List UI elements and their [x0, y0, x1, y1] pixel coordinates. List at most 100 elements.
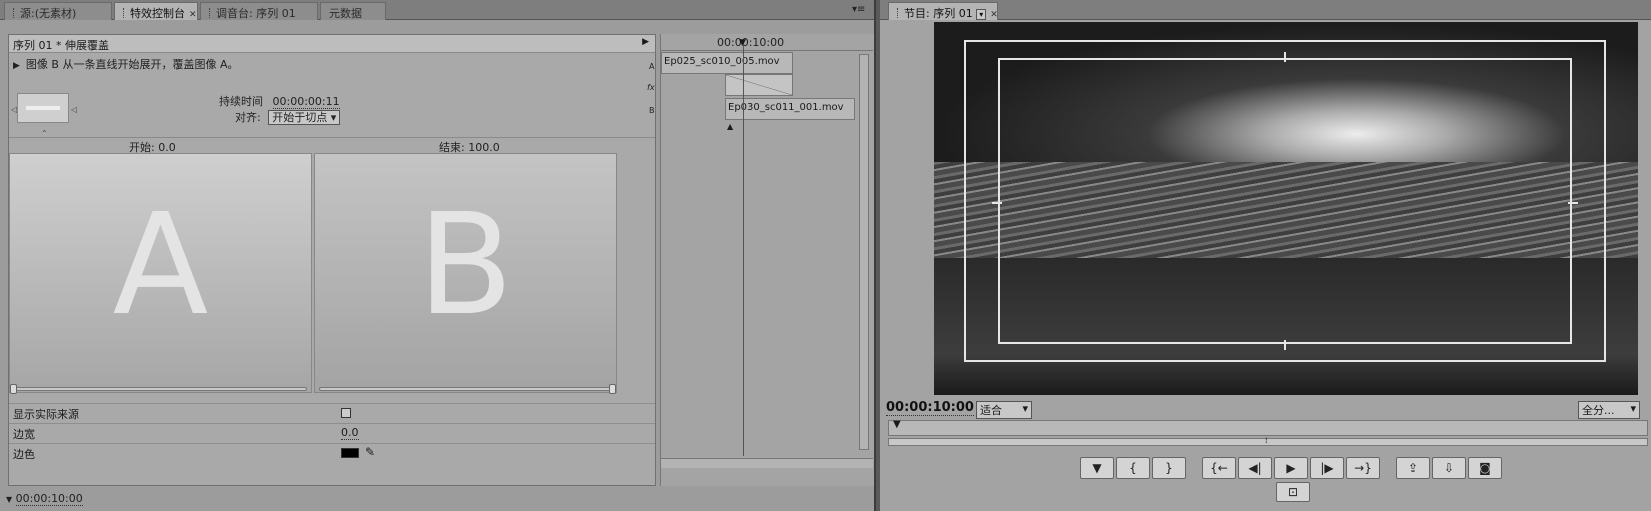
step-forward-button[interactable]: |▶	[1310, 457, 1344, 479]
camera-icon: ◙	[1479, 461, 1491, 475]
go-to-in-button[interactable]: {←	[1202, 457, 1236, 479]
duration-value[interactable]: 00:00:00:11	[272, 95, 340, 109]
direction-arrow-right-icon[interactable]: ◁	[71, 105, 77, 114]
playhead-marker-icon[interactable]: ▼	[739, 38, 746, 48]
sequence-dropdown-icon[interactable]: ▾	[976, 9, 987, 20]
footer-timecode: ▼ 00:00:10:00	[6, 492, 83, 506]
effect-header: 序列 01 * 伸展覆盖 ▶	[9, 35, 655, 53]
play-button[interactable]: ▶	[1274, 457, 1308, 479]
tab-label: 特效控制台	[130, 7, 185, 20]
mini-timeline: 00:00:10:00 A fx B Ep025_sc010_005.mov E…	[647, 34, 874, 486]
border-color-label: 边色	[13, 448, 35, 461]
eyedropper-icon[interactable]: ✎	[365, 445, 375, 459]
footer-time[interactable]: 00:00:10:00	[15, 492, 83, 506]
time-ruler[interactable]: ▼	[888, 419, 1648, 436]
safe-margins-button[interactable]: ⊡	[1276, 482, 1310, 502]
tab-effect-controls[interactable]: 特效控制台 ✕	[114, 2, 198, 20]
duration-label: 持续时间	[219, 95, 263, 108]
mark-out-icon: }	[1165, 461, 1173, 475]
safe-tick-left	[992, 202, 1002, 204]
vertical-scrollbar[interactable]	[859, 54, 869, 450]
preview-a: A	[9, 153, 312, 393]
tab-label: 源:(无素材)	[20, 7, 77, 20]
preview-letter-b: B	[417, 184, 514, 347]
extract-icon: ⇩	[1443, 461, 1455, 475]
program-video-frame	[934, 22, 1638, 395]
left-panel-group: 源:(无素材) 特效控制台 ✕ 调音台: 序列 01 元数据 ▾≡ 序列 01 *…	[0, 0, 876, 511]
export-frame-button[interactable]: ◙	[1468, 457, 1502, 479]
chevron-down-icon: ▾	[1022, 402, 1028, 415]
lift-icon: ⇪	[1407, 461, 1419, 475]
border-color-swatch[interactable]	[341, 448, 359, 458]
effect-description: 图像 B 从一条直线开始展开，覆盖图像 A。	[25, 58, 239, 71]
tab-grip[interactable]	[897, 8, 900, 18]
close-icon[interactable]: ✕	[990, 10, 998, 20]
zoom-dropdown[interactable]: 适合 ▾	[976, 401, 1032, 419]
effect-controls-panel: 序列 01 * 伸展覆盖 ▶ ▶ 图像 B 从一条直线开始展开，覆盖图像 A。 ⌄…	[8, 34, 656, 486]
zoom-scrollbar[interactable]: ⁞	[888, 436, 1648, 446]
quality-dropdown[interactable]: 全分... ▾	[1578, 401, 1640, 419]
effect-title: 序列 01 * 伸展覆盖	[13, 39, 109, 52]
horizontal-scrollbar[interactable]	[661, 458, 873, 468]
title-safe-margin	[998, 58, 1572, 344]
tab-program[interactable]: 节目: 序列 01 ▾ ✕	[888, 2, 998, 20]
preview-letter-a: A	[112, 184, 209, 347]
safe-tick-right	[1568, 202, 1578, 204]
program-timecode[interactable]: 00:00:10:00	[886, 400, 974, 416]
preview-b: B	[314, 153, 617, 393]
end-slider-handle[interactable]	[609, 384, 616, 394]
mark-in-button[interactable]: {	[1116, 457, 1150, 479]
alignment-dropdown[interactable]: 开始于切点 ▾	[268, 110, 341, 125]
playhead[interactable]	[743, 40, 744, 456]
divider	[9, 137, 655, 138]
marker-icon[interactable]: ▼	[6, 495, 12, 504]
step-back-button[interactable]: ◀|	[1238, 457, 1272, 479]
tab-source[interactable]: 源:(无素材)	[4, 2, 112, 20]
right-tab-bar: 节目: 序列 01 ▾ ✕	[880, 0, 1651, 20]
quality-value: 全分...	[1582, 404, 1615, 417]
lift-button[interactable]: ⇪	[1396, 457, 1430, 479]
program-timecode-value[interactable]: 00:00:10:00	[886, 400, 974, 416]
playhead-icon[interactable]: ▼	[893, 419, 901, 430]
go-to-out-icon: →}	[1354, 461, 1372, 475]
extract-button[interactable]: ⇩	[1432, 457, 1466, 479]
transition-clip[interactable]	[725, 74, 793, 96]
safe-tick-bottom	[1284, 340, 1286, 350]
tab-label: 调音台: 序列 01	[216, 7, 296, 20]
alignment-row: 对齐: 开始于切点 ▾	[235, 109, 341, 125]
chevron-down-icon: ▾	[1630, 402, 1636, 415]
tab-audio-mixer[interactable]: 调音台: 序列 01	[200, 2, 318, 20]
scroll-grip-icon[interactable]: ⁞	[1265, 436, 1268, 445]
end-slider[interactable]	[319, 384, 616, 394]
clip-a-name: Ep025_sc010_005.mov	[664, 56, 780, 67]
tab-grip[interactable]	[123, 8, 126, 18]
clip-b[interactable]: Ep030_sc011_001.mov	[725, 98, 855, 120]
zoom-value: 适合	[980, 404, 1002, 417]
safe-tick-top	[1284, 52, 1286, 62]
show-source-label: 显示实际来源	[13, 408, 79, 421]
close-icon[interactable]: ✕	[189, 10, 197, 20]
direction-arrow-top-icon[interactable]: ⌄	[41, 53, 48, 62]
tab-grip[interactable]	[13, 8, 16, 18]
mark-out-button[interactable]: }	[1152, 457, 1186, 479]
start-slider-handle[interactable]	[10, 384, 17, 394]
start-slider[interactable]	[10, 384, 307, 394]
border-color-row: 边色 ✎	[9, 443, 655, 462]
set-marker-button[interactable]: ▼	[1080, 457, 1114, 479]
mark-in-icon: {	[1129, 461, 1137, 475]
play-icon: ▶	[1286, 461, 1296, 475]
play-transition-icon[interactable]: ▶	[642, 37, 649, 47]
clip-a[interactable]: Ep025_sc010_005.mov	[661, 52, 793, 74]
border-width-value[interactable]: 0.0	[341, 426, 359, 440]
show-source-row: 显示实际来源	[9, 403, 655, 422]
safe-margins-icon: ⊡	[1287, 485, 1299, 499]
panel-menu-icon[interactable]: ▾≡	[852, 4, 865, 15]
clip-b-name: Ep030_sc011_001.mov	[728, 102, 844, 113]
play-preview-icon[interactable]: ▶	[13, 61, 20, 71]
program-monitor-panel: 节目: 序列 01 ▾ ✕ 00:00:10:00 适合 ▾ 全分... ▾ ▼ …	[880, 0, 1651, 511]
tab-grip[interactable]	[209, 8, 212, 18]
show-source-checkbox[interactable]	[341, 408, 351, 418]
go-to-out-button[interactable]: →}	[1346, 457, 1380, 479]
left-tab-bar: 源:(无素材) 特效控制台 ✕ 调音台: 序列 01 元数据 ▾≡	[0, 0, 874, 20]
tab-metadata[interactable]: 元数据	[320, 2, 386, 20]
